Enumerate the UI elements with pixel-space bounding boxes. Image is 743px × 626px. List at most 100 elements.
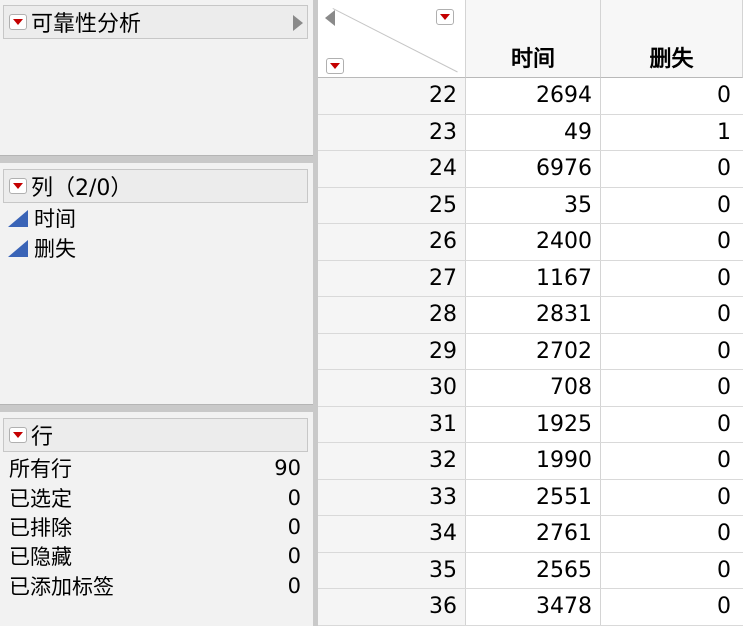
- table-row[interactable]: 29 2702 0: [318, 333, 743, 370]
- time-cell[interactable]: 35: [466, 187, 601, 223]
- row-stat-hidden: 已隐藏 0: [9, 541, 301, 570]
- red-triangle-menu-icon[interactable]: [9, 427, 27, 443]
- table-row[interactable]: 31 1925 0: [318, 406, 743, 443]
- row-stat-all: 所有行 90: [9, 453, 301, 482]
- panel-separator[interactable]: [0, 404, 313, 412]
- row-number-cell[interactable]: 32: [318, 443, 466, 479]
- censor-cell[interactable]: 0: [601, 589, 743, 625]
- column-header-time[interactable]: 时间: [466, 0, 601, 78]
- columns-panel-title: 列（2/0）: [31, 176, 133, 201]
- censor-cell[interactable]: 0: [601, 188, 743, 224]
- red-triangle-menu-icon[interactable]: [436, 9, 454, 25]
- row-stat-excluded: 已排除 0: [9, 512, 301, 541]
- censor-cell[interactable]: 0: [601, 334, 743, 370]
- row-number-cell[interactable]: 23: [318, 114, 466, 150]
- censor-cell[interactable]: 0: [601, 443, 743, 479]
- column-item-time[interactable]: 时间: [8, 204, 76, 232]
- column-item-label: 删失: [34, 237, 76, 261]
- table-corner: [318, 0, 466, 78]
- censor-cell[interactable]: 1: [601, 115, 743, 151]
- row-stat-label: 所有行: [9, 456, 72, 481]
- red-triangle-menu-icon[interactable]: [326, 58, 344, 74]
- rows-panel: 行 所有行 90 已选定 0 已排除 0 已隐藏 0 已添加标签 0: [0, 418, 313, 626]
- time-cell[interactable]: 1167: [466, 260, 601, 296]
- censor-cell[interactable]: 0: [601, 516, 743, 552]
- row-stat-label: 已添加标签: [9, 574, 114, 599]
- column-item-label: 时间: [34, 207, 76, 231]
- collapse-arrow-icon[interactable]: [293, 15, 303, 31]
- time-cell[interactable]: 2761: [466, 516, 601, 552]
- table-row[interactable]: 27 1167 0: [318, 260, 743, 297]
- censor-cell[interactable]: 0: [601, 151, 743, 187]
- censor-cell[interactable]: 0: [601, 297, 743, 333]
- panel-separator[interactable]: [0, 155, 313, 163]
- row-number-cell[interactable]: 28: [318, 297, 466, 333]
- row-stat-value: 0: [287, 573, 301, 598]
- time-cell[interactable]: 6976: [466, 151, 601, 187]
- column-header-censor[interactable]: 删失: [601, 0, 743, 78]
- reliability-panel-header[interactable]: 可靠性分析: [3, 5, 308, 39]
- table-row[interactable]: 35 2565 0: [318, 552, 743, 589]
- row-number-cell[interactable]: 27: [318, 260, 466, 296]
- row-number-cell[interactable]: 24: [318, 151, 466, 187]
- row-stat-label: 已排除: [9, 515, 72, 540]
- row-number-cell[interactable]: 22: [318, 78, 466, 114]
- censor-cell[interactable]: 0: [601, 261, 743, 297]
- row-stat-value: 0: [287, 514, 301, 539]
- time-cell[interactable]: 3478: [466, 589, 601, 625]
- table-row[interactable]: 22 2694 0: [318, 78, 743, 115]
- table-row[interactable]: 24 6976 0: [318, 151, 743, 188]
- row-number-cell[interactable]: 35: [318, 552, 466, 588]
- censor-cell[interactable]: 0: [601, 370, 743, 406]
- rows-panel-header[interactable]: 行: [3, 418, 308, 452]
- continuous-icon: [8, 239, 28, 257]
- time-cell[interactable]: 49: [466, 114, 601, 150]
- row-stat-value: 90: [274, 455, 301, 480]
- row-number-cell[interactable]: 33: [318, 479, 466, 515]
- data-grid: 时间 删失 22 2694 0 23 49 1 24 6976 0 25 35 0 26 2400 0 27 1…: [318, 0, 743, 626]
- row-number-cell[interactable]: 34: [318, 516, 466, 552]
- table-row[interactable]: 28 2831 0: [318, 297, 743, 334]
- censor-cell[interactable]: 0: [601, 78, 743, 114]
- red-triangle-menu-icon[interactable]: [9, 14, 27, 30]
- time-cell[interactable]: 2565: [466, 552, 601, 588]
- row-stat-labeled: 已添加标签 0: [9, 571, 301, 600]
- column-header-label: 删失: [649, 47, 694, 72]
- left-arrow-icon[interactable]: [325, 10, 335, 26]
- table-row[interactable]: 33 2551 0: [318, 479, 743, 516]
- time-cell[interactable]: 708: [466, 370, 601, 406]
- time-cell[interactable]: 2702: [466, 333, 601, 369]
- time-cell[interactable]: 2831: [466, 297, 601, 333]
- censor-cell[interactable]: 0: [601, 553, 743, 589]
- table-row[interactable]: 23 49 1: [318, 114, 743, 151]
- row-number-cell[interactable]: 29: [318, 333, 466, 369]
- time-cell[interactable]: 1990: [466, 443, 601, 479]
- row-stat-label: 已选定: [9, 486, 72, 511]
- reliability-panel: 可靠性分析: [0, 5, 313, 155]
- row-number-cell[interactable]: 36: [318, 589, 466, 625]
- censor-cell[interactable]: 0: [601, 224, 743, 260]
- table-row[interactable]: 32 1990 0: [318, 443, 743, 480]
- column-item-censor[interactable]: 删失: [8, 234, 76, 262]
- continuous-icon: [8, 209, 28, 227]
- time-cell[interactable]: 2551: [466, 479, 601, 515]
- table-row[interactable]: 36 3478 0: [318, 589, 743, 626]
- table-row[interactable]: 25 35 0: [318, 187, 743, 224]
- row-number-cell[interactable]: 31: [318, 406, 466, 442]
- row-number-cell[interactable]: 30: [318, 370, 466, 406]
- table-row[interactable]: 26 2400 0: [318, 224, 743, 261]
- columns-panel-header[interactable]: 列（2/0）: [3, 169, 308, 203]
- row-stat-label: 已隐藏: [9, 544, 72, 569]
- table-row[interactable]: 30 708 0: [318, 370, 743, 407]
- row-number-cell[interactable]: 26: [318, 224, 466, 260]
- time-cell[interactable]: 2400: [466, 224, 601, 260]
- censor-cell[interactable]: 0: [601, 480, 743, 516]
- red-triangle-menu-icon[interactable]: [9, 178, 27, 194]
- column-header-label: 时间: [510, 47, 555, 72]
- row-stat-selected: 已选定 0: [9, 483, 301, 512]
- time-cell[interactable]: 2694: [466, 78, 601, 114]
- row-number-cell[interactable]: 25: [318, 187, 466, 223]
- time-cell[interactable]: 1925: [466, 406, 601, 442]
- table-row[interactable]: 34 2761 0: [318, 516, 743, 553]
- censor-cell[interactable]: 0: [601, 407, 743, 443]
